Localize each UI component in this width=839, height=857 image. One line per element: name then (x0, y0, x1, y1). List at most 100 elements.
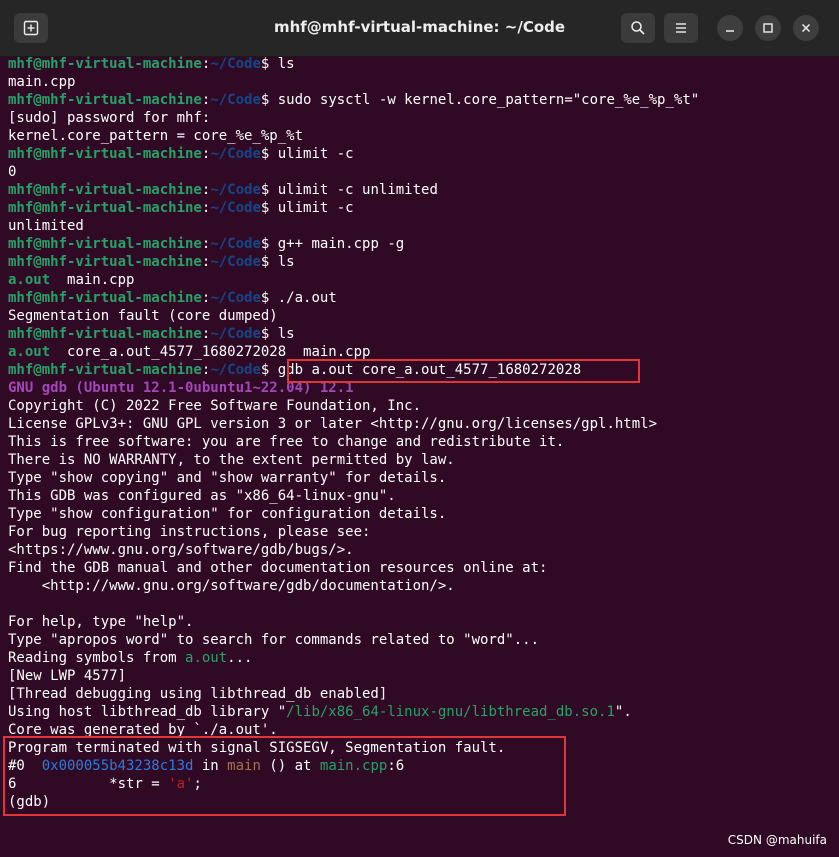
minimize-icon (726, 30, 734, 32)
output-line: kernel.core_pattern = core_%e_%p_%t (8, 128, 304, 144)
prompt-line: mhf@mhf-virtual-machine:~/Code$ ./a.out (8, 289, 828, 307)
prompt-sign: $ (260, 146, 278, 162)
thread-debug-line: [Thread debugging using libthread_db ena… (8, 686, 388, 702)
output-line: [sudo] password for mhf: (8, 110, 211, 126)
prompt-sign: $ (260, 254, 278, 270)
file-names: core_a.out_4577_1680272028 main.cpp (50, 344, 371, 360)
prompt-user-host: mhf@mhf-virtual-machine (8, 254, 202, 270)
prompt-user-host: mhf@mhf-virtual-machine (8, 92, 202, 108)
prompt-sign: $ (260, 326, 278, 342)
prompt-sign: $ (260, 362, 278, 378)
watermark: CSDN @mahuifa (727, 833, 827, 847)
gdb-info-line: <http://www.gnu.org/software/gdb/documen… (8, 578, 455, 594)
prompt-user-host: mhf@mhf-virtual-machine (8, 236, 202, 252)
gdb-info-line: Type "apropos word" to search for comman… (8, 632, 540, 648)
prompt-sign: $ (260, 290, 278, 306)
prompt-path: ~/Code (210, 254, 261, 270)
command-text: sudo sysctl -w kernel.core_pattern="core… (277, 92, 700, 108)
title-bar: mhf@mhf-virtual-machine: ~/Code (0, 0, 839, 57)
prompt-path: ~/Code (210, 92, 261, 108)
prompt-line: mhf@mhf-virtual-machine:~/Code$ ulimit -… (8, 145, 828, 163)
output-line: a.out main.cpp (8, 271, 828, 289)
terminal-window: mhf@mhf-virtual-machine: ~/Code mhf@mhf-… (0, 0, 839, 857)
reading-file: a.out (185, 650, 228, 666)
prompt-user-host: mhf@mhf-virtual-machine (8, 56, 202, 72)
prompt-sign: $ (260, 236, 278, 252)
maximize-icon (763, 23, 773, 33)
prompt-path: ~/Code (210, 362, 261, 378)
reading-suffix: ... (227, 650, 253, 666)
crash-info-highlight (3, 736, 566, 816)
output-line: unlimited (8, 218, 84, 234)
prompt-line: mhf@mhf-virtual-machine:~/Code$ ls (8, 325, 828, 343)
gdb-info-line: License GPLv3+: GNU GPL version 3 or lat… (8, 416, 658, 432)
prompt-sign: $ (260, 56, 278, 72)
gdb-info-line: Find the GDB manual and other documentat… (8, 560, 548, 576)
prompt-user-host: mhf@mhf-virtual-machine (8, 182, 202, 198)
command-text: ls (277, 254, 295, 270)
prompt-path: ~/Code (210, 146, 261, 162)
command-text: ulimit -c unlimited (277, 182, 438, 198)
prompt-user-host: mhf@mhf-virtual-machine (8, 146, 202, 162)
prompt-path: ~/Code (210, 56, 261, 72)
command-text: ulimit -c (277, 200, 354, 216)
host-lib-path: /lib/x86_64-linux-gnu/libthread_db.so.1 (286, 704, 615, 720)
prompt-path: ~/Code (210, 182, 261, 198)
executable-file: a.out (8, 272, 51, 288)
minimize-button[interactable] (717, 15, 743, 41)
close-button[interactable] (793, 15, 819, 41)
menu-button[interactable] (664, 13, 698, 43)
gdb-command-highlight (287, 359, 640, 383)
gdb-info-line: There is NO WARRANTY, to the extent perm… (8, 452, 455, 468)
prompt-line: mhf@mhf-virtual-machine:~/Code$ ulimit -… (8, 199, 828, 217)
command-text: ls (277, 326, 295, 342)
search-button[interactable] (621, 13, 655, 43)
gdb-info-line: For bug reporting instructions, please s… (8, 524, 371, 540)
prompt-line: mhf@mhf-virtual-machine:~/Code$ g++ main… (8, 235, 828, 253)
command-text: g++ main.cpp -g (277, 236, 405, 252)
reading-symbols-line: Reading symbols from a.out... (8, 649, 828, 667)
search-icon (631, 21, 645, 35)
gdb-info-line: This is free software: you are free to c… (8, 434, 565, 450)
output-line: Segmentation fault (core dumped) (8, 308, 278, 324)
prompt-line: mhf@mhf-virtual-machine:~/Code$ ulimit -… (8, 181, 828, 199)
file-name: main.cpp (50, 272, 135, 288)
gdb-info-line: Type "show configuration" for configurat… (8, 506, 447, 522)
gdb-info-line: <https://www.gnu.org/software/gdb/bugs/>… (8, 542, 354, 558)
window-title: mhf@mhf-virtual-machine: ~/Code (273, 18, 566, 36)
prompt-user-host: mhf@mhf-virtual-machine (8, 290, 202, 306)
gdb-info-line: Type "show copying" and "show warranty" … (8, 470, 447, 486)
prompt-line: mhf@mhf-virtual-machine:~/Code$ sudo sys… (8, 91, 828, 109)
prompt-sign: $ (260, 200, 278, 216)
prompt-user-host: mhf@mhf-virtual-machine (8, 326, 202, 342)
host-lib-line: Using host libthread_db library "/lib/x8… (8, 703, 828, 721)
gdb-info-line: For help, type "help". (8, 614, 194, 630)
prompt-path: ~/Code (210, 200, 261, 216)
host-lib-prefix: Using host libthread_db library " (8, 704, 287, 720)
new-lwp-line: [New LWP 4577] (8, 668, 127, 684)
prompt-path: ~/Code (210, 326, 261, 342)
command-text: ./a.out (277, 290, 337, 306)
prompt-line: mhf@mhf-virtual-machine:~/Code$ ls (8, 253, 828, 271)
command-text: ls (277, 56, 295, 72)
gdb-info-line: Copyright (C) 2022 Free Software Foundat… (8, 398, 422, 414)
prompt-sign: $ (260, 92, 278, 108)
prompt-user-host: mhf@mhf-virtual-machine (8, 362, 202, 378)
prompt-path: ~/Code (210, 236, 261, 252)
hamburger-menu-icon (676, 23, 686, 33)
command-text: ulimit -c (277, 146, 354, 162)
maximize-button[interactable] (755, 15, 781, 41)
prompt-path: ~/Code (210, 290, 261, 306)
executable-file: a.out (8, 344, 51, 360)
close-icon (801, 23, 811, 33)
prompt-line: mhf@mhf-virtual-machine:~/Code$ ls (8, 55, 828, 73)
output-line: 0 (8, 164, 17, 180)
reading-prefix: Reading symbols from (8, 650, 186, 666)
prompt-user-host: mhf@mhf-virtual-machine (8, 200, 202, 216)
output-line: main.cpp (8, 74, 76, 90)
prompt-sign: $ (260, 182, 278, 198)
gdb-info-line: This GDB was configured as "x86_64-linux… (8, 488, 396, 504)
terminal-output[interactable]: mhf@mhf-virtual-machine:~/Code$ ls main.… (8, 55, 828, 811)
host-lib-suffix: ". (614, 704, 632, 720)
